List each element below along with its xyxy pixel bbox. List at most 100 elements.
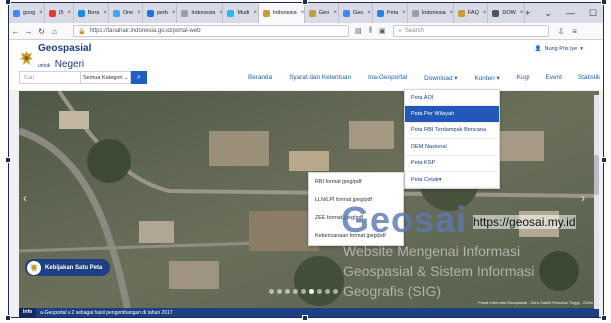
resize-handle[interactable] — [302, 0, 308, 5]
sync-icon[interactable]: ▣ — [379, 27, 386, 35]
browser-tab[interactable]: Peta × — [373, 3, 408, 23]
menu-item[interactable]: Beranda — [248, 74, 272, 82]
browser-tab[interactable]: Geo × — [339, 3, 373, 23]
resize-handle[interactable] — [601, 157, 607, 163]
browser-tab[interactable]: perb × — [143, 3, 178, 23]
slide-dot[interactable] — [317, 289, 322, 294]
close-tab-icon[interactable]: × — [68, 10, 72, 16]
download-menu-item[interactable]: Peta AOI — [405, 90, 499, 107]
main-menu: Beranda Syarat dan Ketentuan Ina-Geoportal… — [248, 74, 600, 82]
close-tab-icon[interactable]: × — [39, 10, 43, 16]
favicon-icon — [492, 9, 500, 17]
browser-tab[interactable]: One × — [109, 3, 143, 23]
site-logo[interactable]: Geospasial untuk Negeri — [19, 44, 91, 72]
menu-item-label: Download — [424, 75, 453, 82]
close-tab-icon[interactable]: × — [219, 10, 222, 16]
user-menu[interactable]: 👤 Nung Pris iye ▾ — [535, 46, 583, 52]
favicon-icon — [112, 9, 120, 17]
download-menu-item[interactable]: DEM Nasional — [405, 139, 499, 156]
slide-dot[interactable] — [325, 289, 330, 294]
browser-tab[interactable]: Indonesia × — [258, 3, 305, 23]
close-tab-icon[interactable]: × — [253, 10, 257, 16]
info-text: a-Geoportal v.2 sebagai hasil pengembang… — [40, 309, 173, 316]
slide-dot[interactable] — [293, 289, 298, 294]
forward-icon[interactable]: → — [22, 27, 35, 36]
menu-item[interactable]: Syarat dan Ketentuan — [289, 74, 351, 82]
chevron-down-icon[interactable]: ⌄ — [544, 8, 552, 19]
slide-dot[interactable] — [277, 289, 282, 294]
site-search-button[interactable]: ⌕ — [131, 71, 147, 84]
slide-dot[interactable] — [309, 289, 314, 294]
close-tab-icon[interactable]: × — [103, 10, 107, 16]
watermark-url: https://geosai.my.id — [473, 215, 576, 229]
favicon-icon — [457, 9, 465, 17]
site-search-input[interactable]: Cari — [19, 71, 81, 84]
close-tab-icon[interactable]: × — [172, 10, 176, 16]
browser-tab[interactable]: DOW × — [488, 3, 526, 23]
browser-tab[interactable]: (5 × — [45, 3, 74, 23]
browser-search-input[interactable]: ⌕ Search — [393, 25, 550, 37]
slide-dot[interactable] — [333, 289, 338, 294]
address-bar[interactable]: 🔒 https://tanahair.indonesia.go.id/porta… — [73, 25, 349, 229]
slide-dot[interactable] — [285, 289, 290, 294]
browser-tab[interactable]: goog × — [9, 3, 45, 23]
browser-tab[interactable]: Bera × — [74, 3, 109, 23]
resize-handle[interactable] — [601, 315, 607, 321]
slide-dot[interactable] — [301, 289, 306, 294]
prev-slide-icon[interactable]: ‹ — [23, 191, 27, 205]
scrollbar-thumb[interactable] — [594, 155, 599, 195]
menu-item[interactable]: Statistik — [578, 74, 600, 82]
tab-label: perb — [156, 10, 168, 16]
browser-tab[interactable]: Geo × — [305, 3, 339, 23]
menu-item[interactable]: Event — [546, 74, 562, 82]
menu-item-label: Event — [545, 74, 562, 81]
page-scrollbar[interactable] — [594, 95, 599, 309]
slide-dot[interactable] — [269, 289, 274, 294]
download-menu-item[interactable]: Peta KSP — [405, 156, 499, 172]
minimize-icon[interactable]: — — [566, 8, 575, 18]
logo-small: untuk — [38, 63, 51, 69]
close-tab-icon[interactable]: × — [520, 10, 524, 16]
close-tab-icon[interactable]: × — [333, 10, 337, 16]
download-icon[interactable]: ⇩ — [557, 27, 564, 36]
browser-tab[interactable]: Indonesia × — [408, 3, 454, 23]
menu-item[interactable]: Konten ▾ — [474, 74, 499, 82]
reader-icon[interactable]: ▤ — [355, 27, 362, 35]
reload-icon[interactable]: ↻ — [35, 27, 48, 36]
download-menu-item[interactable]: Peta Cetak ▾ — [405, 172, 499, 189]
resize-handle[interactable] — [601, 0, 607, 5]
tab-label: Mudi — [237, 10, 250, 16]
close-tab-icon[interactable]: × — [301, 10, 304, 16]
maximize-icon[interactable]: ☐ — [589, 8, 597, 19]
close-tab-icon[interactable]: × — [367, 10, 371, 16]
watermark-line-3: Geografis (SIG) — [343, 283, 442, 299]
browser-tab[interactable]: Mudi × — [223, 3, 259, 23]
garuda-emblem-icon — [27, 260, 41, 275]
menu-icon[interactable]: ≡ — [572, 27, 577, 36]
back-icon[interactable]: ← — [9, 27, 22, 36]
resize-handle[interactable] — [5, 0, 11, 5]
resize-handle[interactable] — [5, 315, 11, 321]
resize-handle[interactable] — [302, 315, 308, 321]
browser-tab[interactable]: Indonesia × — [177, 3, 224, 23]
download-menu-item[interactable]: Peta RBI Terdampak Bencana — [405, 123, 499, 140]
menu-item[interactable]: Kugi — [517, 74, 530, 82]
menu-item[interactable]: Download ▾ — [424, 74, 457, 82]
resize-handle[interactable] — [5, 157, 11, 163]
new-tab-button[interactable]: + — [525, 8, 530, 18]
submenu-item[interactable]: RBI format jpeg/pdf — [309, 173, 403, 191]
category-select[interactable]: Semua Kategori ⌄ — [81, 71, 131, 84]
close-tab-icon[interactable]: × — [450, 10, 453, 16]
favicon-icon — [342, 9, 350, 17]
kebijakan-satu-peta-badge[interactable]: Kebijakan Satu Peta — [25, 259, 111, 276]
tab-label: Bera — [87, 10, 100, 16]
home-icon[interactable]: ⌂ — [48, 27, 61, 36]
close-tab-icon[interactable]: × — [483, 10, 487, 16]
library-icon[interactable]: ⫼ — [369, 27, 372, 35]
download-menu-item[interactable]: Peta Per Wilayah — [405, 106, 499, 123]
browser-tab[interactable]: FAQ × — [454, 3, 489, 23]
menu-item[interactable]: Ina-Geoportal — [368, 74, 407, 82]
close-tab-icon[interactable]: × — [137, 10, 141, 16]
menu-item-label: Ina-Geoportal — [368, 74, 408, 81]
close-tab-icon[interactable]: × — [402, 10, 406, 16]
